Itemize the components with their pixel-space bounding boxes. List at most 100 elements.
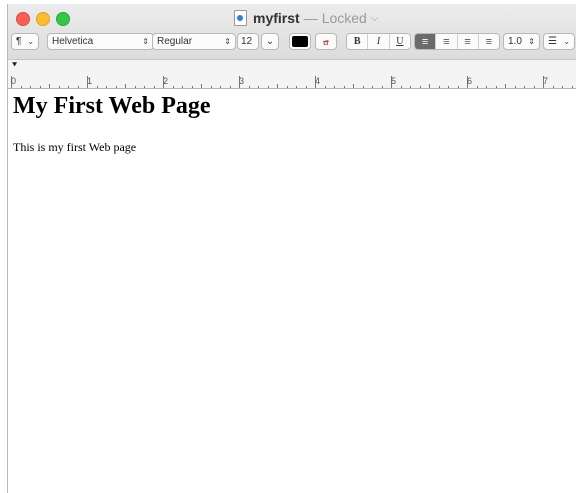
ruler-number: 0: [11, 76, 17, 86]
window-title[interactable]: myfirst — Locked ⌵: [234, 8, 378, 28]
stepper-arrows-icon: ⇕: [142, 37, 149, 46]
ruler-tick: [514, 86, 516, 88]
ruler-tick: [429, 84, 430, 88]
font-size-field[interactable]: 12: [237, 33, 259, 50]
title-separator: —: [303, 10, 318, 26]
document-name: myfirst: [253, 10, 300, 26]
ruler-tick: [296, 86, 297, 88]
ruler-tick: [362, 86, 364, 88]
textedit-window: myfirst — Locked ⌵ ¶ ⌄ Helvetica ⇕ Regul…: [7, 4, 576, 493]
ruler-tick: [20, 86, 22, 88]
ruler-tick: [324, 86, 326, 88]
ruler-number: 4: [315, 76, 321, 86]
font-size-dropdown[interactable]: ⌄: [261, 33, 279, 50]
ruler-tick: [77, 86, 79, 88]
ruler-tick: [125, 84, 126, 88]
ruler-tick: [305, 86, 307, 88]
document-icon: [234, 10, 247, 26]
ruler-tick: [343, 86, 345, 88]
ruler-tick: [381, 86, 383, 88]
ruler-tick: [191, 86, 193, 88]
ruler-tick: [68, 86, 69, 88]
ruler-tick: [419, 86, 421, 88]
background-color-well[interactable]: a: [315, 33, 337, 50]
ruler-tick: [438, 86, 440, 88]
typeface-popup[interactable]: Regular ⇕: [152, 33, 236, 50]
document-paragraph: This is my first Web page: [13, 140, 137, 154]
ruler-tick: [552, 86, 554, 88]
stepper-arrows-icon: ⇕: [224, 37, 231, 46]
ruler-tick: [30, 86, 31, 88]
ruler[interactable]: ⯆ 0 1 2 3 4 5 6 7: [8, 60, 576, 89]
ruler-number: 7: [543, 76, 549, 86]
ruler-tick: [172, 86, 174, 88]
stepper-arrows-icon: ⇕: [528, 37, 535, 46]
ruler-tick: [106, 86, 107, 88]
ruler-tick: [457, 86, 459, 88]
text-color-swatch: [292, 36, 308, 47]
ruler-tick: [39, 86, 41, 88]
chevron-down-icon: ⌄: [27, 37, 34, 46]
line-spacing-popup[interactable]: 1.0 ⇕: [503, 33, 540, 50]
ruler-tick: [476, 86, 478, 88]
underline-button[interactable]: U: [389, 34, 410, 49]
typeface-value: Regular: [157, 36, 193, 47]
ruler-tick: [400, 86, 402, 88]
align-center-icon[interactable]: ≡: [436, 34, 458, 49]
ruler-tick: [96, 86, 98, 88]
ruler-tick: [524, 86, 525, 88]
ruler-tick: [571, 86, 573, 88]
ruler-tick: [220, 86, 221, 88]
ruler-tick: [134, 86, 136, 88]
ruler-tick: [201, 84, 202, 88]
ruler-tick: [58, 86, 60, 88]
ruler-number: 6: [467, 76, 473, 86]
minimize-button[interactable]: [36, 12, 50, 26]
ruler-tick: [153, 86, 155, 88]
chevron-down-icon: ⌵: [370, 12, 379, 24]
line-spacing-value: 1.0: [508, 36, 522, 47]
italic-button[interactable]: I: [368, 34, 390, 49]
text-style-group: B I U: [346, 33, 411, 50]
ruler-number: 2: [163, 76, 169, 86]
font-family-popup[interactable]: Helvetica ⇕: [47, 33, 154, 50]
titlebar: myfirst — Locked ⌵ ¶ ⌄ Helvetica ⇕ Regul…: [8, 4, 576, 60]
ruler-tick: [448, 86, 449, 88]
ruler-tick: [533, 86, 535, 88]
align-justify-icon[interactable]: ≡: [478, 34, 499, 49]
font-family-value: Helvetica: [52, 36, 94, 47]
list-bullets-popup[interactable]: ☰ ⌄: [543, 33, 575, 50]
ruler-tick: [505, 84, 506, 88]
bold-button[interactable]: B: [347, 34, 369, 49]
ruler-tick: [334, 86, 335, 88]
ruler-tick: [258, 86, 259, 88]
ruler-tick: [210, 86, 212, 88]
ruler-tick: [115, 86, 117, 88]
list-icon: ☰: [548, 36, 557, 47]
text-color-well[interactable]: [289, 33, 311, 50]
ruler-tick: [286, 86, 288, 88]
close-button[interactable]: [16, 12, 30, 26]
ruler-number: 3: [239, 76, 245, 86]
ruler-tick: [486, 86, 487, 88]
ruler-tick: [372, 86, 373, 88]
ruler-tick: [144, 86, 145, 88]
ruler-tick: [277, 84, 278, 88]
paragraph-icon: ¶: [16, 36, 22, 47]
ruler-tick: [267, 86, 269, 88]
chevron-down-icon: ⌄: [563, 37, 570, 46]
align-left-icon[interactable]: ≡: [415, 34, 437, 49]
ruler-tick: [562, 86, 563, 88]
ruler-tick: [248, 86, 250, 88]
align-right-icon[interactable]: ≡: [457, 34, 479, 49]
ruler-tick: [49, 84, 50, 88]
zoom-button[interactable]: [56, 12, 70, 26]
document-heading: My First Web Page: [13, 93, 211, 119]
background-color-icon: a: [323, 35, 329, 48]
tab-stop-icon[interactable]: ⯆: [11, 61, 18, 70]
locked-status: Locked: [321, 10, 367, 26]
paragraph-styles-button[interactable]: ¶ ⌄: [11, 33, 39, 50]
document-body[interactable]: My First Web Page This is my first Web p…: [13, 92, 573, 155]
font-size-value: 12: [241, 36, 253, 47]
ruler-tick: [410, 86, 411, 88]
